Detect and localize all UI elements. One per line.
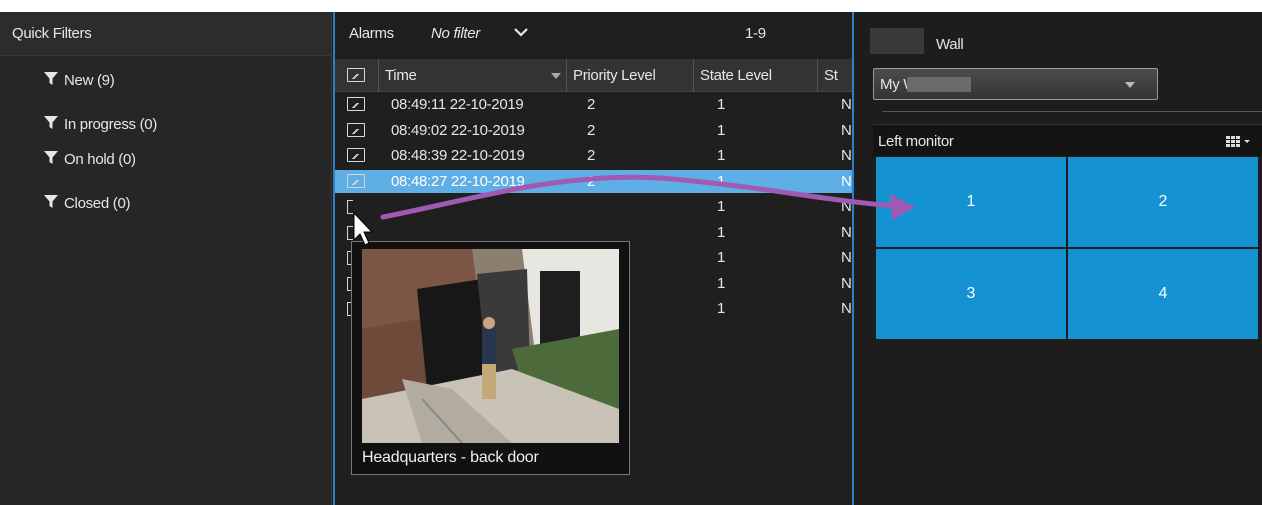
alarm-list-title: Alarms xyxy=(349,25,394,42)
cell-state: 1 xyxy=(717,274,726,292)
alarm-row[interactable]: 08:49:11 22-10-2019 2 1 N xyxy=(335,93,852,116)
app-window: Quick Filters New (9) In progress (0) On… xyxy=(0,12,1262,505)
alarm-filter-dropdown[interactable]: No filter xyxy=(431,25,480,42)
filter-label: Closed (0) xyxy=(64,195,131,212)
wall-select-dropdown[interactable]: My Wall xyxy=(873,68,1158,100)
funnel-icon xyxy=(44,72,58,85)
alarm-row[interactable]: 08:49:02 22-10-2019 2 1 N xyxy=(335,119,852,142)
cell-status: N xyxy=(841,249,852,266)
cell-time: 08:48:27 22-10-2019 xyxy=(391,172,525,190)
cell-priority: 2 xyxy=(587,147,596,164)
quick-filters-title: Quick Filters xyxy=(0,12,331,56)
filter-label: New (9) xyxy=(64,72,115,89)
smart-wall-panel: Wall My Wall Left monitor 1 2 3 4 xyxy=(856,12,1262,505)
cell-time: 08:48:39 22-10-2019 xyxy=(391,147,525,164)
filter-label: In progress (0) xyxy=(64,116,158,133)
column-status[interactable]: St xyxy=(818,59,852,92)
column-priority-level[interactable]: Priority Level xyxy=(567,59,694,92)
column-state-level[interactable]: State Level xyxy=(694,59,818,92)
filter-label: On hold (0) xyxy=(64,151,136,168)
cell-status: N xyxy=(841,172,852,190)
alarm-column-header: Time Priority Level State Level St xyxy=(335,59,852,92)
cell-time: 08:49:11 22-10-2019 xyxy=(391,96,524,113)
cell-status: N xyxy=(841,96,852,113)
cell-priority: 2 xyxy=(587,96,596,113)
filter-new[interactable]: New (9) xyxy=(44,69,115,93)
preview-caption: Headquarters - back door xyxy=(362,449,539,466)
filter-on-hold[interactable]: On hold (0) xyxy=(44,148,136,172)
layout-grid-icon[interactable] xyxy=(1226,135,1252,147)
alarm-row[interactable]: 08:48:27 22-10-2019 2 1 N xyxy=(335,169,852,193)
cell-priority: 2 xyxy=(587,121,596,139)
alarm-preview-tooltip: Headquarters - back door xyxy=(351,241,630,475)
camera-snapshot-image xyxy=(362,249,619,443)
cell-status: N xyxy=(841,300,852,317)
image-icon-partial xyxy=(347,200,353,214)
image-icon xyxy=(347,122,365,137)
cell-status: N xyxy=(841,198,852,215)
funnel-icon xyxy=(44,151,58,164)
cell-status: N xyxy=(841,274,852,292)
cell-state: 1 xyxy=(717,249,726,266)
cell-state: 1 xyxy=(717,121,726,139)
cell-state: 1 xyxy=(717,96,726,113)
view-tile-2[interactable]: 2 xyxy=(1068,157,1258,247)
image-icon-partial xyxy=(347,225,353,240)
dropdown-arrow-icon xyxy=(1125,82,1135,88)
cell-priority: 2 xyxy=(587,172,596,190)
cell-state: 1 xyxy=(717,147,726,164)
image-icon xyxy=(347,97,365,111)
cell-time: 08:49:02 22-10-2019 xyxy=(391,121,525,139)
filter-closed[interactable]: Closed (0) xyxy=(44,192,131,216)
cell-status: N xyxy=(841,121,852,139)
cell-state: 1 xyxy=(717,198,726,215)
alarm-list-header: Alarms No filter 1-9 xyxy=(335,12,852,56)
alarm-row[interactable]: 08:48:39 22-10-2019 2 1 N xyxy=(335,144,852,167)
alarm-range: 1-9 xyxy=(745,25,766,42)
funnel-icon xyxy=(44,195,58,208)
redacted-text-mask xyxy=(907,77,971,92)
cell-state: 1 xyxy=(717,172,726,190)
image-icon xyxy=(347,173,365,188)
chevron-down-icon[interactable] xyxy=(513,26,529,40)
view-tile-3[interactable]: 3 xyxy=(876,249,1066,339)
monitor-name: Left monitor xyxy=(878,133,954,150)
alarm-row[interactable]: 1N xyxy=(335,195,852,218)
cell-status: N xyxy=(841,147,852,164)
monitor-header: Left monitor xyxy=(873,124,1262,156)
wall-title: Wall xyxy=(936,36,964,53)
image-icon xyxy=(347,68,365,82)
funnel-icon xyxy=(44,116,58,129)
cell-state: 1 xyxy=(717,223,726,241)
sort-arrow-icon xyxy=(551,73,561,79)
view-tile-1[interactable]: 1 xyxy=(876,157,1066,247)
cell-state: 1 xyxy=(717,300,726,317)
cell-status: N xyxy=(841,223,852,241)
divider xyxy=(882,111,1262,112)
column-thumbnail[interactable] xyxy=(335,59,379,92)
view-tile-4[interactable]: 4 xyxy=(1068,249,1258,339)
image-icon xyxy=(347,148,365,162)
wall-logo-redacted xyxy=(870,28,924,54)
quick-filters-panel: Quick Filters New (9) In progress (0) On… xyxy=(0,12,332,505)
column-time[interactable]: Time xyxy=(379,59,567,92)
filter-in-progress[interactable]: In progress (0) xyxy=(44,113,157,137)
